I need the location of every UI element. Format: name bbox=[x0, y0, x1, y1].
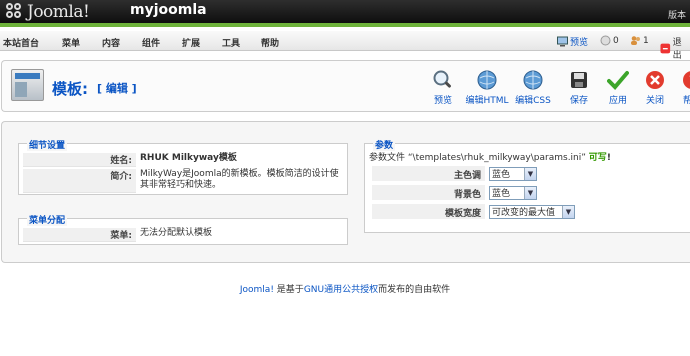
help-button[interactable]: ? 帮助 bbox=[670, 69, 690, 109]
name-value: RHUK Milkyway模板 bbox=[140, 153, 237, 163]
menu-help[interactable]: 帮助 bbox=[261, 36, 279, 49]
menu-menus[interactable]: 菜单 bbox=[62, 36, 80, 49]
globe-html-icon bbox=[477, 70, 497, 90]
main-color-row: 主色调 蓝色 ▼ bbox=[372, 166, 590, 181]
name-row: 姓名: RHUK Milkyway模板 bbox=[23, 153, 343, 167]
joomla-logo-icon bbox=[6, 3, 24, 21]
joomla-link[interactable]: Joomla! bbox=[240, 285, 274, 295]
main-color-value: 蓝色 bbox=[492, 170, 511, 180]
logout-label: 退出 bbox=[672, 38, 682, 61]
logout-link[interactable]: 退出 bbox=[660, 35, 690, 61]
gnu-license-link[interactable]: GNU通用公共授权 bbox=[304, 285, 378, 295]
save-button[interactable]: 保存 bbox=[557, 69, 601, 109]
template-width-key: 模板宽度 bbox=[372, 204, 485, 219]
params-file-path: \templates\rhuk_milkyway\params.ini bbox=[412, 153, 582, 163]
template-width-row: 模板宽度 可改变的最大值 ▼ bbox=[372, 204, 590, 219]
edit-html-button[interactable]: 编辑HTML bbox=[465, 69, 509, 109]
edit-css-label: 编辑CSS bbox=[515, 96, 551, 106]
chevron-down-icon: ▼ bbox=[524, 186, 536, 199]
preview-label: 预览 bbox=[570, 38, 589, 48]
footer-text-1: 是基于 bbox=[273, 285, 304, 295]
menu-assignment-fieldset: 菜单分配 菜单: 无法分配默认模板 bbox=[18, 213, 348, 245]
preview-link[interactable]: 预览 bbox=[557, 35, 588, 48]
magnifier-icon bbox=[433, 70, 451, 88]
writable-status: 可写 bbox=[588, 153, 607, 163]
params-file-suffix: ” bbox=[581, 153, 589, 163]
description-row: 简介: MilkyWay是Joomla的新模板。模板简洁的设计使其非常轻巧和快速… bbox=[23, 169, 343, 193]
menu-components[interactable]: 组件 bbox=[142, 36, 160, 49]
menu-extensions[interactable]: 扩展 bbox=[182, 36, 200, 49]
menu-site[interactable]: 本站首台 bbox=[3, 36, 39, 49]
logo-text: Joomla! bbox=[27, 2, 90, 22]
params-file-line: 参数文件 “\templates\rhuk_milkyway\params.in… bbox=[369, 150, 611, 163]
users-status[interactable]: 1 bbox=[630, 35, 649, 46]
template-width-select[interactable]: 可改变的最大值 ▼ bbox=[489, 204, 575, 219]
menu-assignment-legend: 菜单分配 bbox=[27, 213, 68, 226]
checkmark-icon bbox=[607, 71, 629, 90]
background-color-key: 背景色 bbox=[372, 185, 485, 200]
template-width-value: 可改变的最大值 bbox=[492, 208, 556, 218]
help-icon: ? bbox=[683, 71, 690, 89]
save-disk-icon bbox=[571, 72, 587, 88]
preview-monitor-icon bbox=[557, 36, 568, 47]
details-fieldset: 细节设置 姓名: RHUK Milkyway模板 简介: MilkyWay是Jo… bbox=[18, 138, 348, 195]
main-color-key: 主色调 bbox=[372, 166, 485, 181]
menu-content[interactable]: 内容 bbox=[102, 36, 120, 49]
main-color-select[interactable]: 蓝色 ▼ bbox=[489, 166, 537, 181]
menu-key: 菜单: bbox=[23, 228, 136, 242]
globe-css-icon bbox=[523, 70, 543, 90]
version-label: 版本 bbox=[667, 11, 686, 21]
description-value: MilkyWay是Joomla的新模板。模板简洁的设计使其非常轻巧和快速。 bbox=[140, 169, 339, 190]
menu-tools[interactable]: 工具 bbox=[222, 36, 240, 49]
admin-menubar: 本站首台 菜单 内容 组件 扩展 工具 帮助 预览 0 1 退出 bbox=[0, 31, 690, 61]
users-icon bbox=[631, 36, 640, 45]
preview-button-label: 预览 bbox=[433, 96, 452, 106]
preview-button[interactable]: 预览 bbox=[421, 69, 465, 109]
users-count: 1 bbox=[643, 35, 649, 46]
page-title: 模板: bbox=[52, 80, 88, 98]
writable-mark: ! bbox=[606, 153, 611, 163]
description-key: 简介: bbox=[23, 169, 136, 193]
menu-row: 菜单: 无法分配默认模板 bbox=[23, 228, 343, 242]
messages-count: 0 bbox=[613, 35, 619, 46]
details-legend: 细节设置 bbox=[27, 138, 68, 151]
footer-text-2: 而发布的自由软件 bbox=[378, 285, 451, 295]
background-color-select[interactable]: 蓝色 ▼ bbox=[489, 185, 537, 200]
main-panel: 细节设置 姓名: RHUK Milkyway模板 简介: MilkyWay是Jo… bbox=[1, 121, 690, 263]
chevron-down-icon: ▼ bbox=[562, 205, 574, 218]
top-header: Joomla! myjoomla 版本 bbox=[0, 0, 690, 27]
footer: Joomla! 是基于GNU通用公共授权而发布的自由软件 bbox=[0, 282, 690, 295]
name-key: 姓名: bbox=[23, 153, 136, 167]
help-button-label: 帮助 bbox=[682, 96, 690, 106]
menu-value: 无法分配默认模板 bbox=[140, 228, 213, 238]
background-color-row: 背景色 蓝色 ▼ bbox=[372, 185, 590, 200]
edit-html-label: 编辑HTML bbox=[465, 96, 509, 106]
page-subtitle: [ 编辑 ] bbox=[97, 82, 137, 95]
parameters-fieldset: 参数 参数文件 “\templates\rhuk_milkyway\params… bbox=[364, 138, 690, 233]
joomla-logo[interactable]: Joomla! bbox=[6, 2, 90, 22]
edit-css-button[interactable]: 编辑CSS bbox=[511, 69, 555, 109]
params-file-prefix: 参数文件 “ bbox=[369, 153, 413, 163]
site-name: myjoomla bbox=[130, 2, 207, 18]
messages-status[interactable]: 0 bbox=[600, 35, 619, 46]
close-icon bbox=[646, 71, 664, 89]
messages-icon bbox=[600, 35, 611, 46]
template-manager-icon bbox=[11, 69, 44, 101]
toolbar-panel: 模板: [ 编辑 ] 预览 编辑HTML 编辑CSS 保存 应用 关闭 ? 帮助 bbox=[1, 60, 690, 112]
background-color-value: 蓝色 bbox=[492, 189, 511, 199]
logout-icon bbox=[660, 43, 671, 53]
chevron-down-icon: ▼ bbox=[524, 167, 536, 180]
save-button-label: 保存 bbox=[569, 96, 588, 106]
